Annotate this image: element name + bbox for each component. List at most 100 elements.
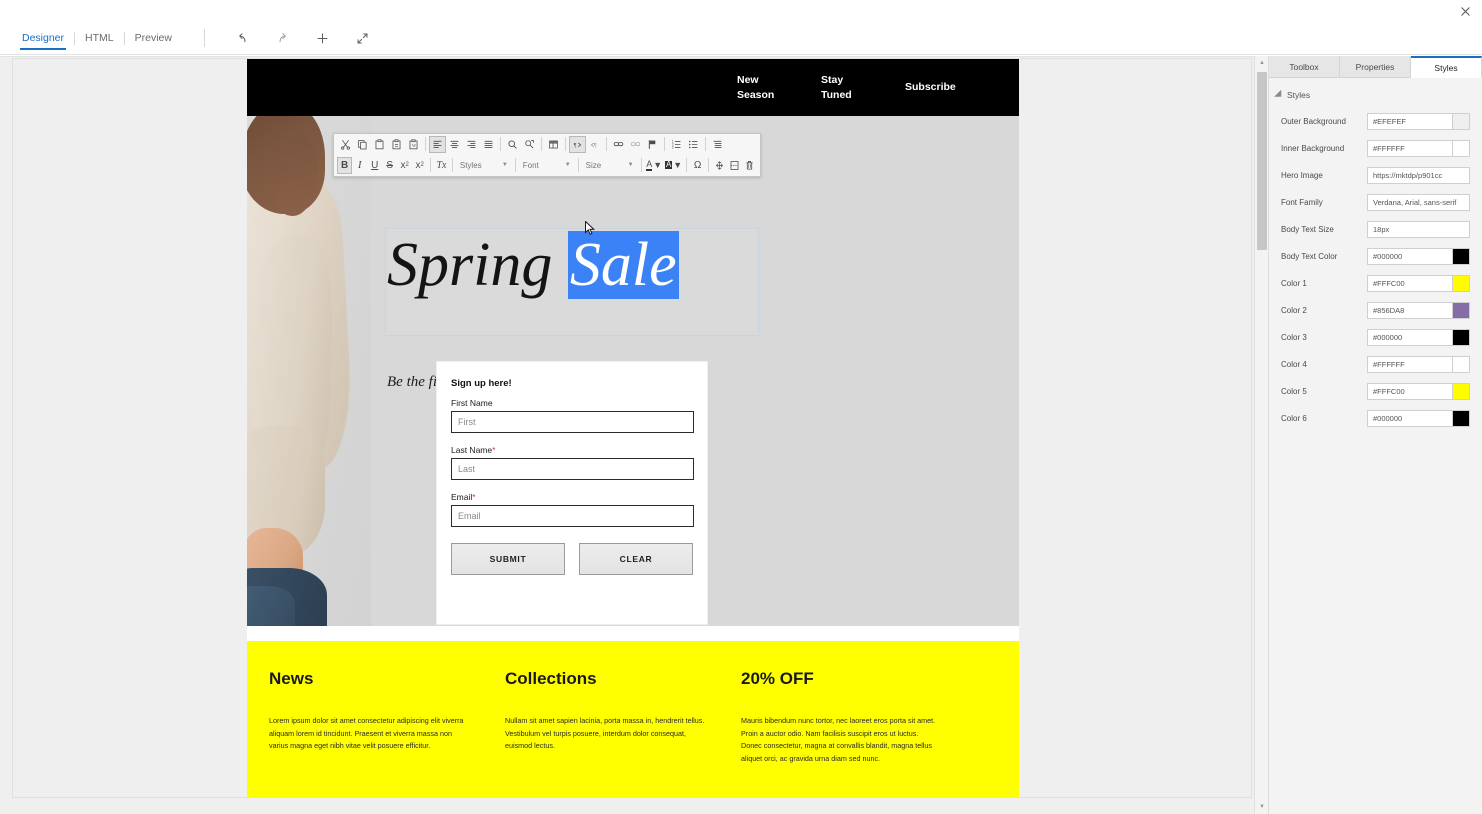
redo-button[interactable] — [263, 25, 303, 51]
clear-button[interactable]: CLEAR — [579, 543, 693, 575]
property-field[interactable]: #000000 — [1367, 410, 1470, 427]
text-direction-ltr-icon[interactable]: ¶ — [569, 135, 586, 153]
nav-item-stay-tuned[interactable]: Stay Tuned — [821, 73, 905, 101]
property-field[interactable]: #856DA8 — [1367, 302, 1470, 319]
color-3-swatch[interactable] — [1453, 329, 1470, 346]
outer-background-swatch[interactable] — [1453, 113, 1470, 130]
color-4-swatch[interactable] — [1453, 356, 1470, 373]
nav-item-new-season[interactable]: New Season — [737, 73, 821, 101]
color-5-input[interactable]: #FFFC00 — [1367, 383, 1453, 400]
copy-icon[interactable] — [354, 136, 371, 153]
hero-image[interactable] — [247, 116, 371, 626]
color-1-swatch[interactable] — [1453, 275, 1470, 292]
tab-properties[interactable]: Properties — [1340, 56, 1411, 78]
inner-background-swatch[interactable] — [1453, 140, 1470, 157]
remove-format-icon[interactable]: Tx — [434, 157, 449, 174]
trash-icon[interactable] — [742, 157, 757, 174]
add-button[interactable] — [303, 25, 343, 51]
tab-designer[interactable]: Designer — [12, 22, 74, 55]
body-text-color-swatch[interactable] — [1453, 248, 1470, 265]
fullscreen-button[interactable] — [343, 25, 383, 51]
color-2-swatch[interactable] — [1453, 302, 1470, 319]
scroll-down-icon[interactable]: ▼ — [1255, 800, 1269, 814]
email-headline[interactable]: Spring Sale — [387, 231, 679, 299]
body-text-color-input[interactable]: #000000 — [1367, 248, 1453, 265]
size-select[interactable]: Size ▼ — [582, 157, 638, 173]
paste-text-icon[interactable] — [388, 136, 405, 153]
anchor-icon[interactable] — [712, 157, 727, 174]
underline-icon[interactable]: U — [367, 157, 382, 174]
paste-from-word-icon[interactable]: W — [405, 136, 422, 153]
align-left-icon[interactable] — [429, 135, 446, 153]
first-name-input[interactable]: First — [451, 411, 694, 433]
last-name-input[interactable]: Last — [451, 458, 694, 480]
design-canvas[interactable]: New Season Stay Tuned Subscribe Spring S… — [0, 56, 1268, 814]
property-field[interactable]: Verdana, Arial, sans-serif — [1367, 194, 1470, 211]
property-field[interactable]: #EFEFEF — [1367, 113, 1470, 130]
font-family-input[interactable]: Verdana, Arial, sans-serif — [1367, 194, 1470, 211]
color-4-input[interactable]: #FFFFFF — [1367, 356, 1453, 373]
styles-section-header[interactable]: Styles — [1269, 89, 1482, 108]
unlink-icon[interactable] — [627, 136, 644, 153]
window-close-icon[interactable] — [1454, 2, 1476, 20]
collapse-triangle-icon[interactable] — [1274, 89, 1285, 101]
bulleted-list-icon[interactable] — [685, 136, 702, 153]
inner-background-input[interactable]: #FFFFFF — [1367, 140, 1453, 157]
align-right-icon[interactable] — [463, 136, 480, 153]
cut-icon[interactable] — [337, 136, 354, 153]
property-field[interactable]: #FFFFFF — [1367, 356, 1470, 373]
color-6-swatch[interactable] — [1453, 410, 1470, 427]
find-icon[interactable] — [504, 136, 521, 153]
color-1-input[interactable]: #FFFC00 — [1367, 275, 1453, 292]
color-2-input[interactable]: #856DA8 — [1367, 302, 1453, 319]
property-field[interactable]: https://mktdp/p901cc — [1367, 167, 1470, 184]
signup-form[interactable]: Sign up here! First Name First Last Name… — [437, 362, 707, 624]
body-text-size-input[interactable]: 18px — [1367, 221, 1470, 238]
tab-html[interactable]: HTML — [75, 22, 124, 55]
text-color-icon[interactable]: A ▼ — [645, 157, 664, 174]
paste-icon[interactable] — [371, 136, 388, 153]
scroll-up-icon[interactable]: ▲ — [1255, 56, 1269, 70]
color-3-input[interactable]: #000000 — [1367, 329, 1453, 346]
submit-button[interactable]: SUBMIT — [451, 543, 565, 575]
page-break-icon[interactable] — [727, 157, 742, 174]
special-character-icon[interactable]: Ω — [690, 157, 705, 174]
color-5-swatch[interactable] — [1453, 383, 1470, 400]
color-6-input[interactable]: #000000 — [1367, 410, 1453, 427]
tab-preview[interactable]: Preview — [125, 22, 182, 55]
email-input[interactable]: Email — [451, 505, 694, 527]
property-field[interactable]: #FFFC00 — [1367, 275, 1470, 292]
subscript-icon[interactable]: x2 — [397, 157, 412, 174]
font-select[interactable]: Font ▼ — [519, 157, 575, 173]
bold-icon[interactable]: B — [337, 156, 353, 174]
canvas-scrollbar[interactable]: ▲ ▼ — [1254, 56, 1269, 814]
blockquote-icon[interactable] — [709, 136, 726, 153]
nav-item-subscribe[interactable]: Subscribe — [905, 80, 956, 94]
superscript-icon[interactable]: x2 — [412, 157, 427, 174]
text-direction-rtl-icon[interactable]: ¶ — [586, 136, 603, 153]
property-field[interactable]: #000000 — [1367, 329, 1470, 346]
table-icon[interactable] — [545, 136, 562, 153]
italic-icon[interactable]: I — [352, 157, 367, 174]
background-color-icon[interactable]: A ▼ — [664, 157, 683, 174]
tab-toolbox[interactable]: Toolbox — [1269, 56, 1340, 78]
anchor-flag-icon[interactable] — [644, 136, 661, 153]
align-justify-icon[interactable] — [480, 136, 497, 153]
align-center-icon[interactable] — [446, 136, 463, 153]
rte-divider — [606, 137, 607, 151]
property-field[interactable]: #FFFC00 — [1367, 383, 1470, 400]
rich-text-toolbar[interactable]: W ¶ ¶ 123 B I U S x 2 x 2 Tx Styles ▼ Fo… — [333, 133, 761, 177]
tab-styles[interactable]: Styles — [1411, 56, 1482, 78]
styles-select[interactable]: Styles ▼ — [456, 157, 512, 173]
property-field[interactable]: #FFFFFF — [1367, 140, 1470, 157]
undo-button[interactable] — [223, 25, 263, 51]
outer-background-input[interactable]: #EFEFEF — [1367, 113, 1453, 130]
replace-icon[interactable] — [521, 136, 538, 153]
property-field[interactable]: #000000 — [1367, 248, 1470, 265]
numbered-list-icon[interactable]: 123 — [668, 136, 685, 153]
property-field[interactable]: 18px — [1367, 221, 1470, 238]
hero-image-input[interactable]: https://mktdp/p901cc — [1367, 167, 1470, 184]
scrollbar-thumb[interactable] — [1257, 72, 1267, 250]
link-icon[interactable] — [610, 136, 627, 153]
strikethrough-icon[interactable]: S — [382, 157, 397, 174]
